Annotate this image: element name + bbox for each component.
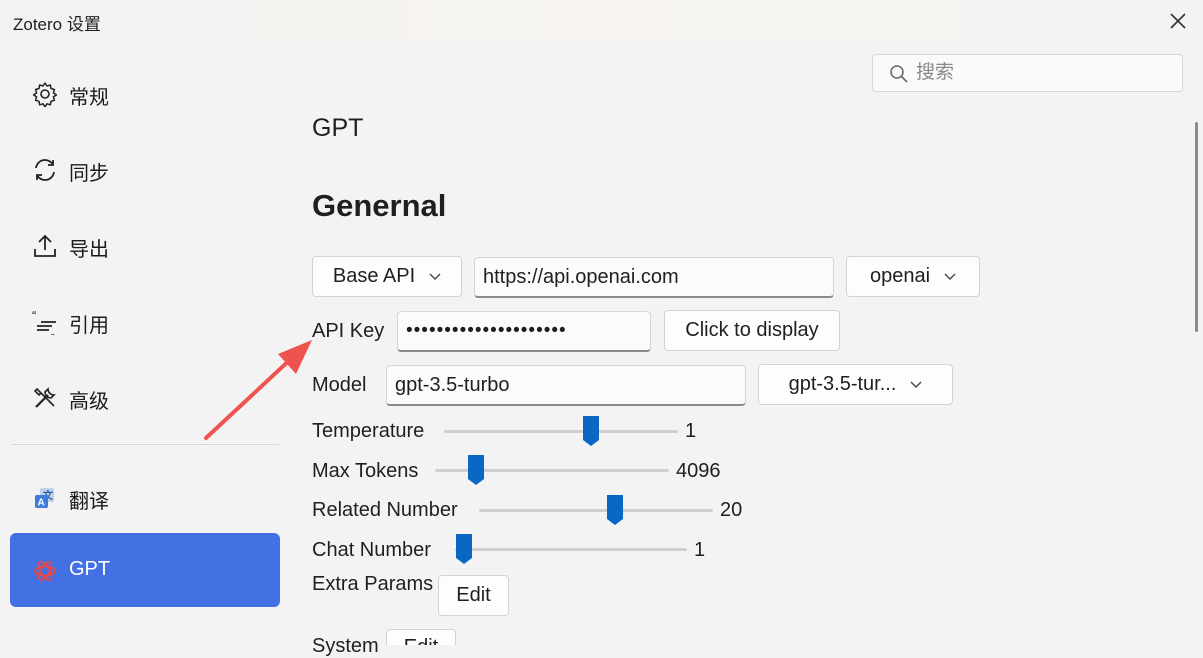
scrollbar-thumb[interactable] xyxy=(1195,122,1198,332)
model-field[interactable]: gpt-3.5-turbo xyxy=(386,365,746,406)
sidebar-item-label: 引用 xyxy=(69,315,109,337)
translate-icon: 文 A xyxy=(35,488,54,509)
svg-text:„: „ xyxy=(51,326,55,335)
edit-label: Edit xyxy=(404,636,438,645)
sidebar-item-label: 翻译 xyxy=(69,491,109,513)
related-number-slider-thumb[interactable] xyxy=(606,494,624,526)
chevron-down-icon xyxy=(944,273,956,280)
chat-number-slider-thumb[interactable] xyxy=(455,533,473,565)
quote-list-icon: “ „ xyxy=(32,309,56,335)
related-number-label: Related Number xyxy=(312,499,458,521)
api-key-field[interactable]: ••••••••••••••••••••• xyxy=(397,311,651,352)
temperature-label: Temperature xyxy=(312,420,425,442)
close-button[interactable] xyxy=(1160,4,1196,38)
model-label: Model xyxy=(312,374,367,396)
model-value: gpt-3.5-turbo xyxy=(395,373,510,396)
base-url-field[interactable]: https://api.openai.com xyxy=(474,257,834,298)
annotation-arrow-icon xyxy=(204,340,312,440)
title-bar: Zotero 设置 xyxy=(0,0,1203,42)
base-url-value: https://api.openai.com xyxy=(483,265,679,288)
chat-number-slider-track[interactable] xyxy=(455,548,687,551)
export-icon xyxy=(34,234,56,257)
sidebar-item-translate[interactable]: 文 A 翻译 xyxy=(10,460,280,534)
chat-number-label: Chat Number xyxy=(312,539,431,561)
svg-text:A: A xyxy=(38,498,45,509)
related-number-slider-track[interactable] xyxy=(479,509,713,512)
close-icon xyxy=(1170,13,1186,29)
sidebar-item-export[interactable]: 导出 xyxy=(10,208,280,282)
chat-number-value: 1 xyxy=(694,539,706,561)
system-label: System xyxy=(312,635,379,657)
api-key-label: API Key xyxy=(312,320,385,342)
page-title: GPT xyxy=(312,114,364,142)
provider-label: openai xyxy=(869,265,931,287)
base-api-label: Base API xyxy=(332,265,416,287)
sidebar-item-label: 同步 xyxy=(69,163,109,185)
extra-params-edit-button[interactable]: Edit xyxy=(438,575,509,616)
search-icon xyxy=(890,65,908,83)
sidebar-item-label: 常规 xyxy=(69,87,109,109)
extra-params-label: Extra Params xyxy=(312,573,434,595)
chevron-down-icon xyxy=(429,273,441,280)
model-dropdown[interactable]: gpt-3.5-tur... xyxy=(758,364,953,405)
provider-dropdown[interactable]: openai xyxy=(846,256,980,297)
model-select-label: gpt-3.5-tur... xyxy=(788,373,897,395)
search-box[interactable] xyxy=(872,54,1183,92)
max-tokens-value: 4096 xyxy=(676,460,721,482)
sidebar-item-label: GPT xyxy=(69,558,111,580)
temperature-value: 1 xyxy=(685,420,697,442)
edit-label: Edit xyxy=(456,584,491,606)
click-to-display-label: Click to display xyxy=(685,319,819,341)
chevron-down-icon xyxy=(910,381,922,388)
related-number-value: 20 xyxy=(720,499,743,521)
openai-icon xyxy=(34,561,56,581)
click-to-display-button[interactable]: Click to display xyxy=(664,310,840,351)
svg-text:“: “ xyxy=(32,309,36,323)
sync-icon xyxy=(35,159,55,181)
sidebar-item-gpt[interactable]: GPT xyxy=(10,533,280,607)
gear-icon xyxy=(32,82,58,107)
window-title: Zotero 设置 xyxy=(13,15,101,34)
sidebar-divider xyxy=(11,444,279,445)
system-edit-button[interactable]: Edit xyxy=(386,629,456,645)
max-tokens-label: Max Tokens xyxy=(312,460,419,482)
sidebar-item-label: 导出 xyxy=(69,239,109,261)
search-input[interactable] xyxy=(916,61,1166,85)
base-api-dropdown[interactable]: Base API xyxy=(312,256,462,297)
tools-icon xyxy=(33,387,56,408)
temperature-slider-track[interactable] xyxy=(444,430,678,433)
sidebar-item-sync[interactable]: 同步 xyxy=(10,132,280,206)
api-key-value: ••••••••••••••••••••• xyxy=(406,320,567,341)
sidebar-item-general[interactable]: 常规 xyxy=(10,56,280,130)
max-tokens-slider-thumb[interactable] xyxy=(467,454,485,486)
temperature-slider-thumb[interactable] xyxy=(582,415,600,447)
section-heading: Genernal xyxy=(312,188,447,223)
sidebar-item-label: 高级 xyxy=(69,391,109,413)
